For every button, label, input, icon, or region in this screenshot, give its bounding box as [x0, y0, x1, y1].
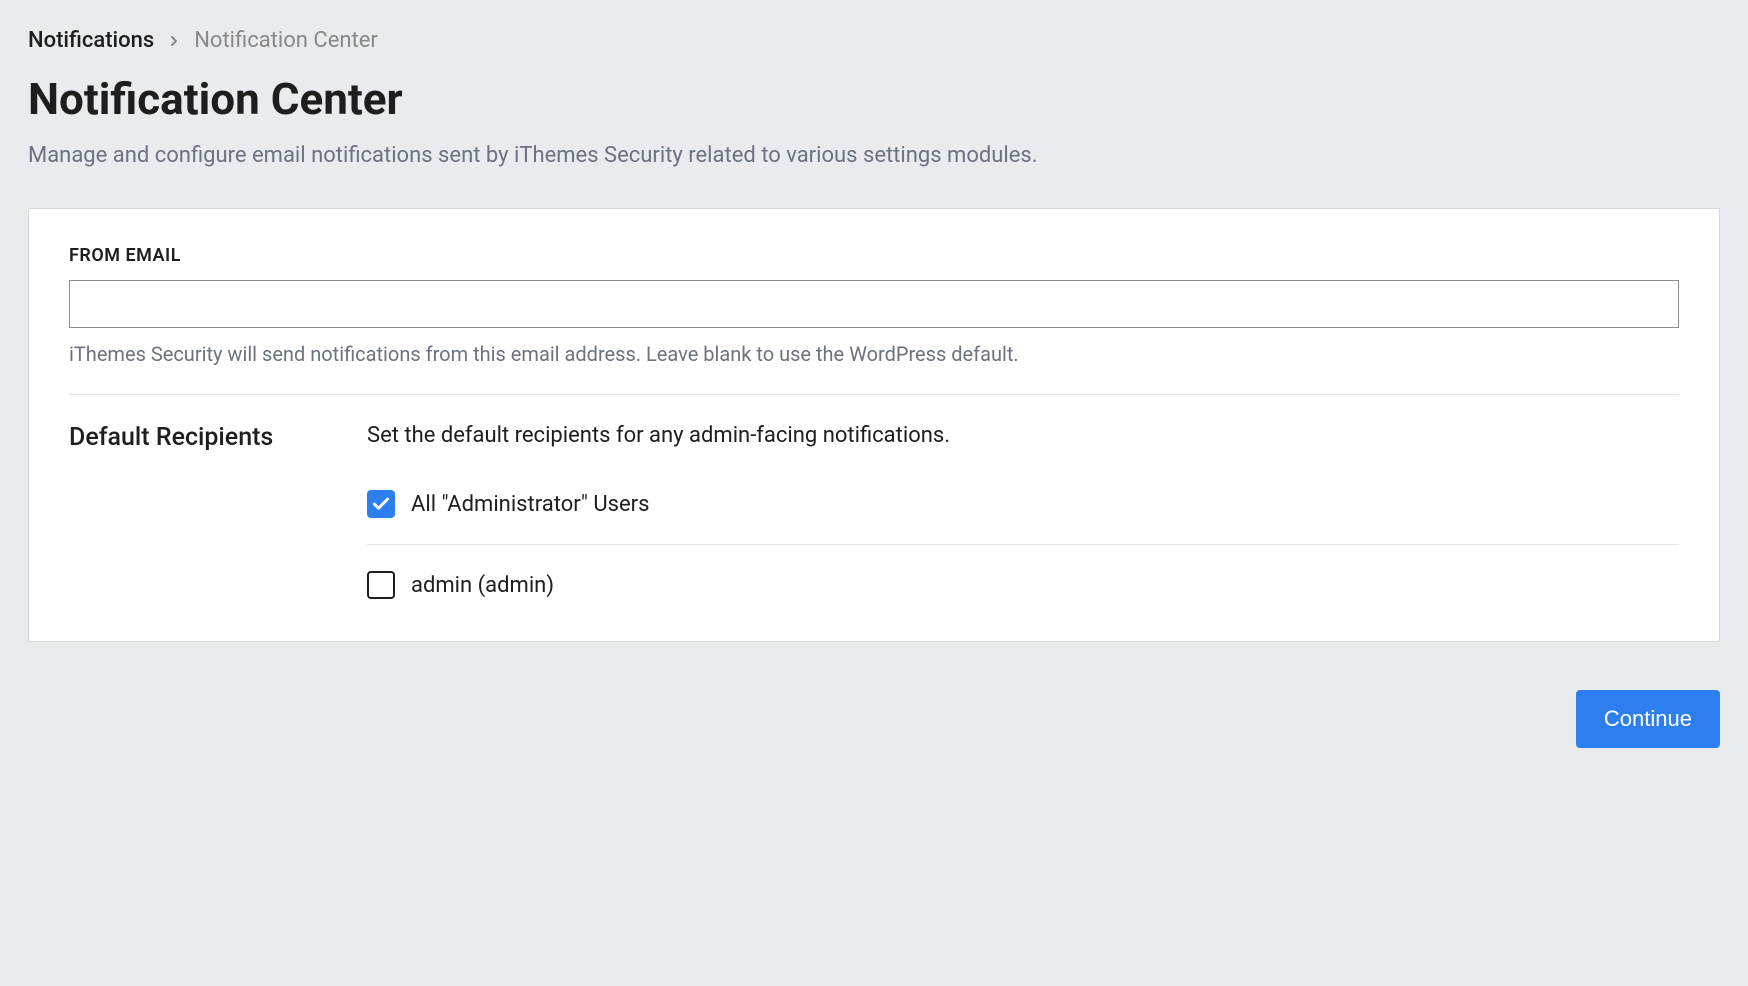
from-email-label: FROM EMAIL — [69, 245, 1679, 266]
breadcrumb-current: Notification Center — [194, 28, 378, 53]
section-divider — [69, 394, 1679, 395]
continue-button[interactable]: Continue — [1576, 690, 1720, 748]
default-recipients-title: Default Recipients — [69, 423, 319, 613]
breadcrumb: Notifications Notification Center — [28, 28, 1720, 53]
checkbox-unchecked-icon[interactable] — [367, 571, 395, 599]
actions-bar: Continue — [28, 690, 1720, 748]
recipient-option-admin[interactable]: admin (admin) — [367, 557, 1679, 613]
chevron-right-icon — [166, 33, 182, 49]
default-recipients-section: Default Recipients Set the default recip… — [69, 423, 1679, 613]
recipient-option-all-admins[interactable]: All "Administrator" Users — [367, 476, 1679, 532]
default-recipients-content: Set the default recipients for any admin… — [367, 423, 1679, 613]
checkbox-checked-icon[interactable] — [367, 490, 395, 518]
breadcrumb-parent-link[interactable]: Notifications — [28, 28, 154, 53]
page-description: Manage and configure email notifications… — [28, 143, 1720, 168]
from-email-input[interactable] — [69, 280, 1679, 328]
recipient-option-label: admin (admin) — [411, 573, 554, 598]
default-recipients-description: Set the default recipients for any admin… — [367, 423, 1679, 448]
from-email-field: FROM EMAIL iThemes Security will send no… — [69, 245, 1679, 366]
checkbox-divider — [367, 544, 1679, 545]
recipient-option-label: All "Administrator" Users — [411, 492, 649, 517]
from-email-hint: iThemes Security will send notifications… — [69, 342, 1679, 366]
settings-card: FROM EMAIL iThemes Security will send no… — [28, 208, 1720, 642]
page-title: Notification Center — [28, 73, 1720, 125]
